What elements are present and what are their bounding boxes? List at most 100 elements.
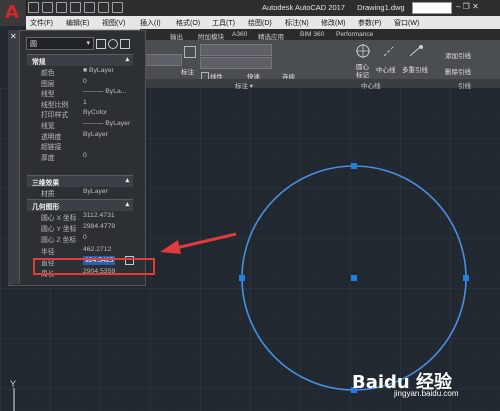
- menu-item[interactable]: 绘图(D): [248, 18, 272, 28]
- window-controls[interactable]: – ❐ ✕: [456, 2, 479, 11]
- remove-leader-button[interactable]: 删除引线: [445, 66, 471, 76]
- section-header[interactable]: 常规 ▴: [27, 54, 133, 66]
- centerline-button[interactable]: 中心线: [376, 64, 396, 74]
- property-value: ByLayer: [83, 188, 108, 195]
- ribbon-panel-title[interactable]: 中心线: [361, 80, 381, 90]
- menu-item[interactable]: 参数(P): [358, 18, 381, 28]
- palette-title-strip[interactable]: [8, 30, 20, 284]
- style-dropdown[interactable]: [200, 44, 272, 56]
- property-name: 圆心 Y 坐标: [41, 226, 77, 234]
- center-mark-button[interactable]: 圆心 标记: [356, 64, 372, 80]
- dimstyle-dropdown[interactable]: [142, 54, 182, 66]
- ucs-y-label: Y: [10, 379, 17, 389]
- section-header[interactable]: 三维效果 ▴: [27, 175, 133, 187]
- property-name: 圆心 X 坐标: [41, 215, 77, 222]
- property-name: 线型: [41, 91, 55, 99]
- select-objects-icon[interactable]: [108, 39, 118, 49]
- menu-item[interactable]: 窗口(W): [394, 18, 419, 28]
- section-title: 常规: [32, 59, 46, 66]
- ribbon-tab[interactable]: Performance: [336, 31, 373, 38]
- property-row[interactable]: 圆心 Y 坐标 2984.4779: [33, 222, 133, 234]
- quick-select-icon[interactable]: [120, 39, 130, 49]
- ribbon-tab[interactable]: BIM 360: [300, 31, 324, 38]
- menu-item[interactable]: 标注(N): [285, 18, 309, 28]
- property-row[interactable]: 线型 ——— ByLa...: [33, 87, 133, 99]
- ribbon-tab[interactable]: A360: [232, 31, 247, 38]
- property-name: 打印样式: [41, 112, 69, 120]
- property-row[interactable]: 超链接: [33, 140, 133, 151]
- autocad-logo-icon: A: [5, 2, 19, 23]
- undo-icon[interactable]: [98, 2, 109, 13]
- centerline-icon[interactable]: [382, 44, 396, 58]
- property-value: 462.2712: [83, 245, 112, 253]
- dimension-icon[interactable]: [184, 46, 196, 58]
- palette-close-icon[interactable]: ✕: [10, 32, 17, 41]
- property-name: 半径: [41, 248, 55, 256]
- collapse-icon[interactable]: ▴: [126, 55, 129, 63]
- search-input[interactable]: [412, 2, 452, 14]
- property-value: 0: [83, 151, 87, 159]
- property-value: ByColor: [83, 109, 108, 117]
- multileader-button[interactable]: 多重引线: [402, 64, 428, 74]
- layer-dropdown[interactable]: [200, 57, 272, 69]
- open-icon[interactable]: [42, 2, 53, 13]
- menu-item[interactable]: 格式(O): [176, 18, 200, 28]
- toggle-pickadd-icon[interactable]: [96, 39, 106, 49]
- menu-item[interactable]: 工具(T): [212, 18, 235, 28]
- property-value: 3112.4731: [83, 212, 115, 219]
- grip-right[interactable]: [463, 275, 469, 281]
- property-value: ——— ByLayer: [83, 120, 131, 127]
- menu-bar: 文件(F) 编辑(E) 视图(V) 插入(I) 格式(O) 工具(T) 绘图(D) 标注(N)…: [26, 16, 500, 30]
- ribbon-panel-title[interactable]: 标注 ▾: [235, 80, 253, 90]
- property-value: 1: [83, 98, 87, 106]
- property-name: 线宽: [41, 123, 55, 130]
- ribbon-tabs: 输出 附加模块 A360 精选应用 BIM 360 Performance: [140, 29, 500, 41]
- ribbon-panel-title[interactable]: 引线: [458, 80, 471, 90]
- property-value: ByLayer: [83, 130, 108, 138]
- save-as-icon[interactable]: [70, 2, 81, 13]
- property-name: 图层: [41, 80, 55, 88]
- new-icon[interactable]: [28, 2, 39, 13]
- property-name: 厚度: [41, 154, 55, 162]
- application-button[interactable]: A: [0, 0, 27, 26]
- property-name: 材质: [41, 191, 55, 198]
- property-value: 0: [83, 77, 87, 85]
- ribbon-panel-titles: 标注 ▾ 中心线 引线: [140, 79, 500, 90]
- property-row[interactable]: 透明度 ByLayer: [33, 130, 133, 141]
- property-row[interactable]: 厚度 0: [33, 151, 133, 162]
- property-row[interactable]: 打印样式 ByColor: [33, 108, 133, 120]
- grip-top[interactable]: [351, 163, 357, 169]
- property-row[interactable]: 线宽 ——— ByLayer: [33, 119, 133, 130]
- property-value: ■ ByLayer: [83, 67, 114, 74]
- property-name: 颜色: [41, 70, 55, 77]
- property-name: 线型比例: [41, 101, 69, 109]
- menu-item[interactable]: 视图(V): [102, 18, 125, 28]
- menu-item[interactable]: 修改(M): [321, 18, 346, 28]
- property-row[interactable]: 材质 ByLayer: [33, 187, 133, 198]
- property-row[interactable]: 圆心 Z 坐标 0: [33, 233, 133, 244]
- selection-dropdown[interactable]: 圆 ▾: [26, 37, 94, 50]
- menu-item[interactable]: 文件(F): [30, 18, 53, 28]
- chevron-down-icon: ▾: [86, 40, 90, 47]
- property-row[interactable]: 线型比例 1: [33, 98, 133, 109]
- property-row[interactable]: 半径 462.2712: [33, 245, 133, 256]
- section-header[interactable]: 几何图形 ▴: [27, 199, 133, 211]
- grip-left[interactable]: [239, 275, 245, 281]
- save-icon[interactable]: [56, 2, 67, 13]
- property-row[interactable]: 图层 0: [33, 77, 133, 88]
- diameter-highlight-box: [33, 258, 155, 275]
- add-leader-button[interactable]: 添加引线: [445, 50, 471, 60]
- collapse-icon[interactable]: ▴: [126, 200, 129, 208]
- menu-item[interactable]: 插入(I): [140, 18, 161, 28]
- property-row[interactable]: 圆心 X 坐标 3112.4731: [33, 211, 133, 222]
- plot-icon[interactable]: [84, 2, 95, 13]
- center-mark-icon[interactable]: [356, 44, 370, 58]
- selection-value: 圆: [30, 41, 37, 48]
- annotate-label[interactable]: 标注: [181, 66, 194, 76]
- grip-center[interactable]: [351, 275, 357, 281]
- menu-item[interactable]: 编辑(E): [66, 18, 89, 28]
- redo-icon[interactable]: [112, 2, 123, 13]
- collapse-icon[interactable]: ▴: [126, 176, 129, 184]
- property-row[interactable]: 颜色 ■ ByLayer: [33, 66, 133, 77]
- multileader-icon[interactable]: [408, 44, 424, 58]
